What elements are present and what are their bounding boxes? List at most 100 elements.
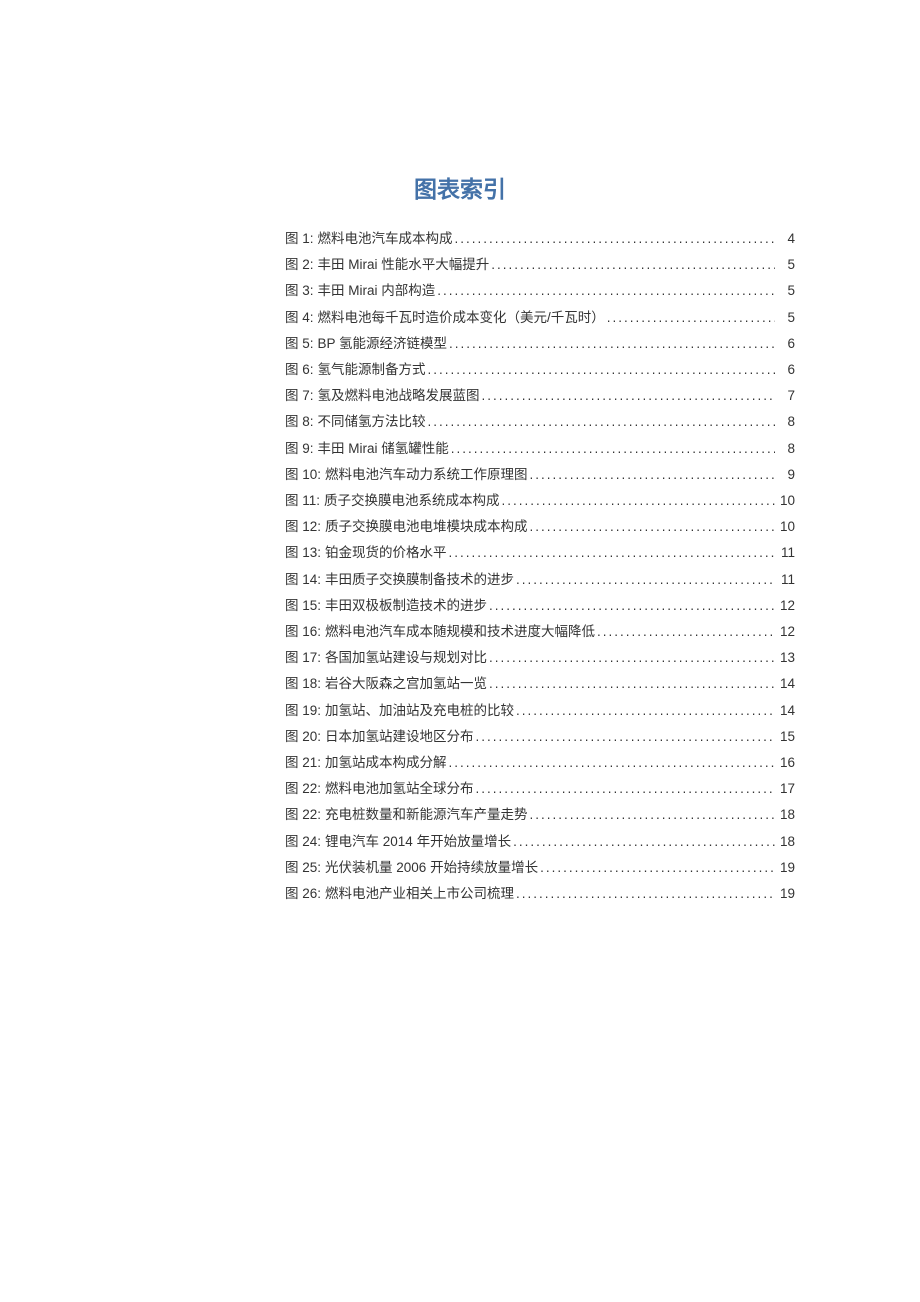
index-entry[interactable]: 图 16:燃料电池汽车成本随规模和技术进度大幅降低12 (285, 619, 795, 645)
index-entry-page: 18 (777, 802, 795, 828)
index-entry[interactable]: 图 15:丰田双极板制造技术的进步 12 (285, 593, 795, 619)
index-entry-title: 燃料电池汽车动力系统工作原理图 (325, 462, 528, 488)
index-entry-label: 图 17: (285, 645, 321, 671)
index-entry[interactable]: 图 17:各国加氢站建设与规划对比13 (285, 645, 795, 671)
index-entry-page: 12 (777, 593, 795, 619)
index-entry-label: 图 4: (285, 305, 314, 331)
index-entry[interactable]: 图 7:氢及燃料电池战略发展蓝图7 (285, 383, 795, 409)
index-entry-label: 图 19: (285, 698, 321, 724)
index-entry-title: 质子交换膜电池电堆模块成本构成 (325, 514, 528, 540)
index-entry-title: 燃料电池汽车成本随规模和技术进度大幅降低 (325, 619, 595, 645)
index-entry-title: 氢气能源制备方式 (318, 357, 426, 383)
index-entry-label: 图 20: (285, 724, 321, 750)
index-entry-label: 图 21: (285, 750, 321, 776)
index-entry[interactable]: 图 9:丰田 Mirai 储氢罐性能 8 (285, 436, 795, 462)
index-entry-leader-dots (530, 802, 775, 828)
index-entry-label: 图 14: (285, 567, 321, 593)
index-entry[interactable]: 图 10:燃料电池汽车动力系统工作原理图 9 (285, 462, 795, 488)
index-entry-label: 图 13: (285, 540, 321, 566)
index-entry-page: 13 (777, 645, 795, 671)
index-entry-page: 17 (777, 776, 795, 802)
index-entry-leader-dots (513, 829, 775, 855)
index-entry-title: 丰田双极板制造技术的进步 (325, 593, 487, 619)
index-entry-page: 8 (777, 436, 795, 462)
figure-index-list: 图 1:燃料电池汽车成本构成 4图 2:丰田 Mirai 性能水平大幅提升5图 3… (285, 226, 795, 907)
index-entry-page: 11 (777, 540, 795, 566)
index-entry-page: 14 (777, 671, 795, 697)
index-entry-leader-dots (455, 226, 775, 252)
index-entry[interactable]: 图 25:光伏装机量 2006 开始持续放量增长19 (285, 855, 795, 881)
index-entry-label: 图 8: (285, 409, 314, 435)
index-entry[interactable]: 图 11:质子交换膜电池系统成本构成10 (285, 488, 795, 514)
index-entry-page: 4 (777, 226, 795, 252)
index-entry-leader-dots (449, 331, 775, 357)
index-entry[interactable]: 图 4:燃料电池每千瓦时造价成本变化（美元/千瓦时） 5 (285, 305, 795, 331)
index-entry-leader-dots (482, 383, 775, 409)
index-entry-title: 质子交换膜电池系统成本构成 (324, 488, 500, 514)
index-entry[interactable]: 图 2:丰田 Mirai 性能水平大幅提升5 (285, 252, 795, 278)
index-entry-label: 图 9: (285, 436, 314, 462)
index-entry-page: 15 (777, 724, 795, 750)
index-entry-leader-dots (502, 488, 775, 514)
index-entry-page: 5 (777, 252, 795, 278)
index-entry[interactable]: 图 14:丰田质子交换膜制备技术的进步 11 (285, 567, 795, 593)
index-entry-label: 图 22: (285, 776, 321, 802)
index-entry-leader-dots (489, 645, 775, 671)
index-entry-leader-dots (449, 750, 775, 776)
index-entry-leader-dots (491, 252, 775, 278)
index-entry-label: 图 11: (285, 488, 320, 514)
index-entry[interactable]: 图 20:日本加氢站建设地区分布 15 (285, 724, 795, 750)
index-entry-page: 18 (777, 829, 795, 855)
index-entry-title: 光伏装机量 2006 开始持续放量增长 (325, 855, 538, 881)
index-entry-label: 图 25: (285, 855, 321, 881)
index-entry[interactable]: 图 22:充电桩数量和新能源汽车产量走势18 (285, 802, 795, 828)
index-entry[interactable]: 图 6:氢气能源制备方式6 (285, 357, 795, 383)
index-entry-page: 5 (777, 305, 795, 331)
index-entry-leader-dots (428, 357, 775, 383)
index-entry[interactable]: 图 12:质子交换膜电池电堆模块成本构成10 (285, 514, 795, 540)
index-entry-page: 7 (777, 383, 795, 409)
index-entry-label: 图 5: (285, 331, 314, 357)
index-entry-leader-dots (516, 698, 775, 724)
index-entry[interactable]: 图 5:BP 氢能源经济链模型6 (285, 331, 795, 357)
index-entry-leader-dots (476, 776, 775, 802)
index-entry-title: 岩谷大阪森之宫加氢站一览 (325, 671, 487, 697)
index-entry[interactable]: 图 8:不同储氢方法比较8 (285, 409, 795, 435)
index-entry-title: 燃料电池汽车成本构成 (318, 226, 453, 252)
index-entry[interactable]: 图 18:岩谷大阪森之宫加氢站一览 14 (285, 671, 795, 697)
index-entry-leader-dots (530, 514, 775, 540)
index-entry-page: 12 (777, 619, 795, 645)
index-entry-label: 图 22: (285, 802, 321, 828)
index-entry-label: 图 15: (285, 593, 321, 619)
index-entry[interactable]: 图 24:锂电汽车 2014 年开始放量增长18 (285, 829, 795, 855)
index-entry-label: 图 18: (285, 671, 321, 697)
index-entry-title: BP 氢能源经济链模型 (318, 331, 448, 357)
index-entry[interactable]: 图 19:加氢站、加油站及充电桩的比较14 (285, 698, 795, 724)
index-entry-title: 丰田质子交换膜制备技术的进步 (325, 567, 514, 593)
index-entry[interactable]: 图 26:燃料电池产业相关上市公司梳理19 (285, 881, 795, 907)
index-entry-leader-dots (489, 671, 775, 697)
index-entry[interactable]: 图 1:燃料电池汽车成本构成 4 (285, 226, 795, 252)
index-entry-title: 燃料电池产业相关上市公司梳理 (325, 881, 514, 907)
index-entry[interactable]: 图 3:丰田 Mirai 内部构造5 (285, 278, 795, 304)
index-entry-leader-dots (489, 593, 775, 619)
index-entry[interactable]: 图 13:铂金现货的价格水平 11 (285, 540, 795, 566)
index-entry-label: 图 10: (285, 462, 321, 488)
index-entry[interactable]: 图 22:燃料电池加氢站全球分布 17 (285, 776, 795, 802)
index-entry-title: 燃料电池加氢站全球分布 (325, 776, 474, 802)
index-entry-page: 8 (777, 409, 795, 435)
index-entry-title: 铂金现货的价格水平 (325, 540, 447, 566)
index-entry-label: 图 24: (285, 829, 321, 855)
index-entry-title: 日本加氢站建设地区分布 (325, 724, 474, 750)
index-entry-title: 燃料电池每千瓦时造价成本变化（美元/千瓦时） (318, 305, 605, 331)
index-entry-leader-dots (516, 567, 775, 593)
index-heading: 图表索引 (125, 170, 795, 204)
index-entry-leader-dots (451, 436, 775, 462)
index-entry-page: 9 (777, 462, 795, 488)
index-entry-leader-dots (449, 540, 775, 566)
index-entry-title: 丰田 Mirai 储氢罐性能 (318, 436, 449, 462)
index-entry[interactable]: 图 21:加氢站成本构成分解16 (285, 750, 795, 776)
index-entry-page: 11 (777, 567, 795, 593)
index-entry-label: 图 1: (285, 226, 314, 252)
index-entry-leader-dots (540, 855, 775, 881)
